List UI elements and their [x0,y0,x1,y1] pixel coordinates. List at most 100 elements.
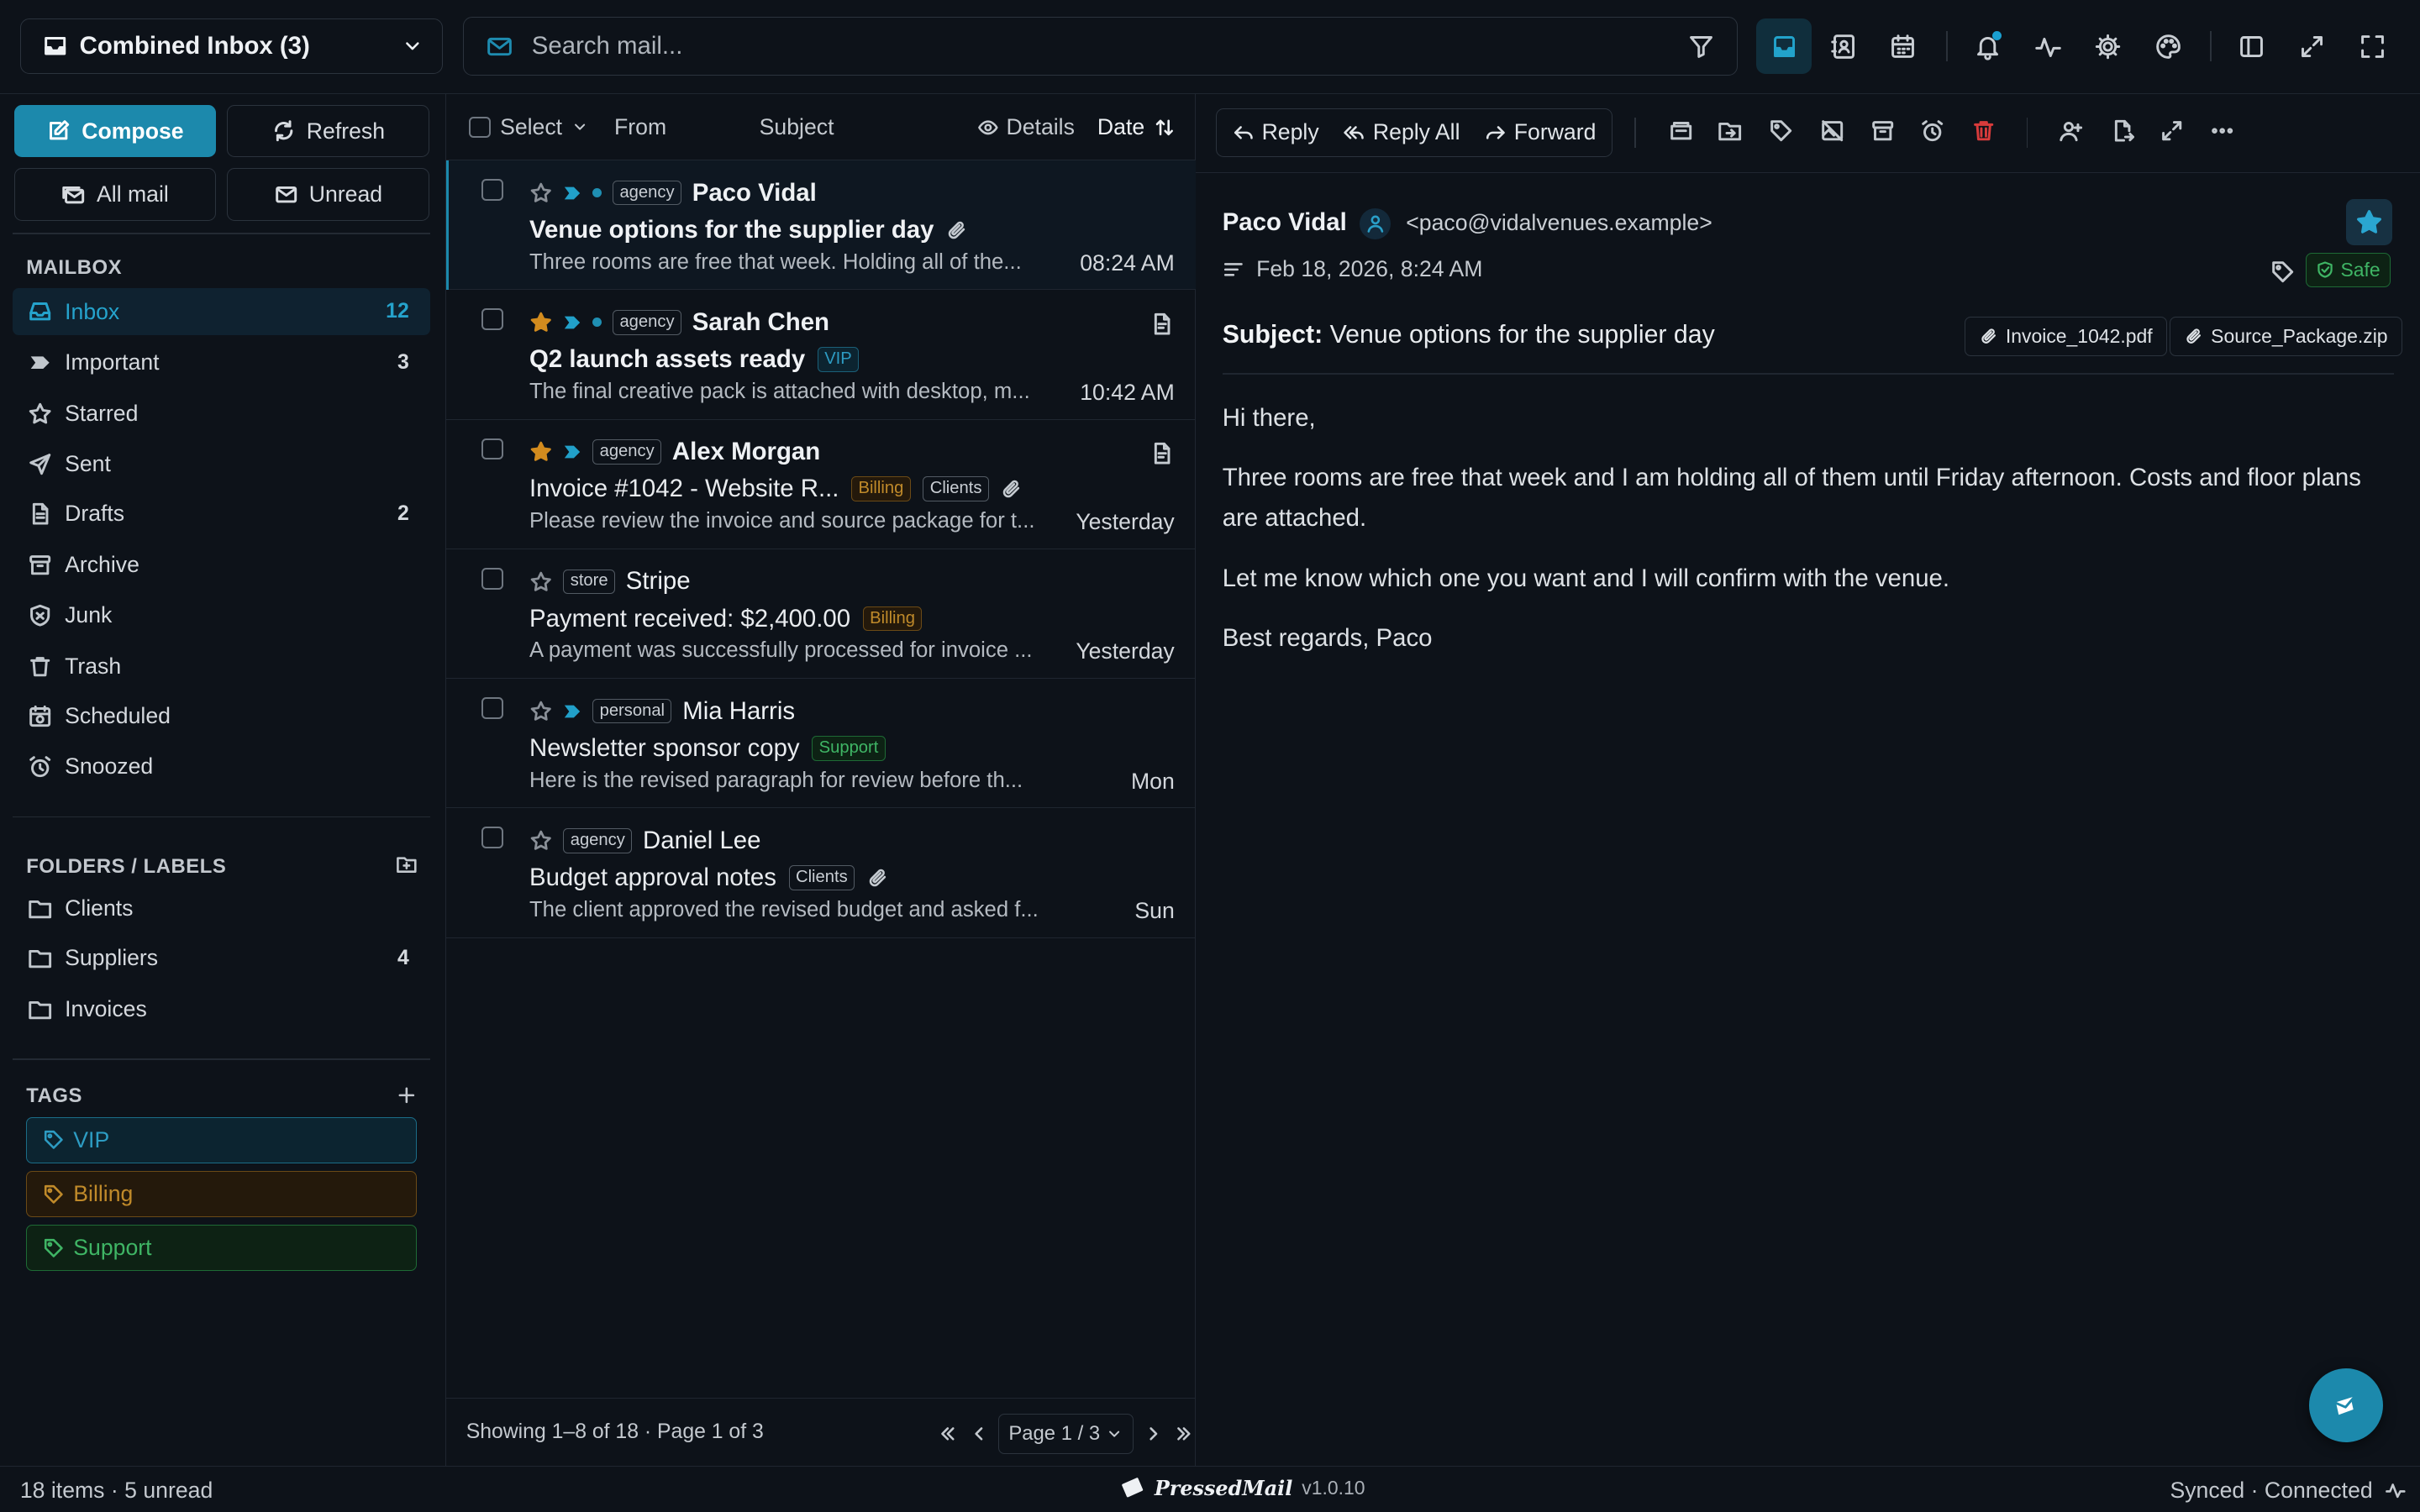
reply-all-button[interactable]: Reply All [1344,119,1460,145]
compose-button[interactable]: Compose [13,104,217,158]
select-all-checkbox[interactable] [469,116,492,139]
row-checkbox[interactable] [481,697,503,719]
forward-button[interactable]: Forward [1485,119,1596,145]
add-contact-icon[interactable] [2059,118,2083,143]
details-toggle[interactable]: Details [977,114,1075,140]
status-bar: 18 items · 5 unread PressedMail v1.0.10 … [0,1465,2420,1512]
fullscreen-button[interactable] [2344,18,2400,74]
compose-label: Compose [82,118,184,144]
sidebar-item-drafts[interactable]: Drafts 2 [13,491,431,537]
sidebar-item-archive[interactable]: Archive [13,542,431,588]
select-dropdown[interactable]: Select [469,114,588,140]
star-icon[interactable] [529,700,553,723]
first-page-icon[interactable] [937,1423,959,1445]
details-toggle-icon[interactable] [1223,259,1244,281]
contacts-button[interactable] [1817,18,1872,74]
snooze-icon[interactable] [1920,118,1944,143]
notifications-button[interactable] [1960,18,2016,74]
important-icon[interactable] [563,184,581,202]
inbox-icon [29,302,51,321]
settings-button[interactable] [2081,18,2136,74]
activity-button[interactable] [2020,18,2075,74]
sidebar-item-trash[interactable]: Trash [13,643,431,690]
row-checkbox[interactable] [481,827,503,849]
star-icon[interactable] [529,311,553,334]
star-icon[interactable] [529,440,553,464]
tag-billing[interactable]: Billing [26,1171,417,1218]
sidebar-item-invoices[interactable]: Invoices [13,986,431,1032]
refresh-button[interactable]: Refresh [227,104,429,158]
move-icon[interactable] [1718,118,1742,143]
plus-icon[interactable] [396,1084,418,1106]
sort-subject[interactable]: Subject [760,114,834,140]
reply-button[interactable]: Reply [1233,119,1319,145]
alarm-clock-icon [29,756,51,778]
page-select[interactable]: Page 1 / 3 [998,1414,1134,1455]
body-paragraph: Hi there, [1222,403,1316,432]
archive-icon[interactable] [1870,118,1895,143]
open-window-icon[interactable] [2160,118,2184,143]
expand-button[interactable] [2284,18,2339,74]
calendar-button[interactable] [1876,18,1931,74]
block-image-icon[interactable] [1820,118,1844,143]
unread-button[interactable]: Unread [227,168,429,221]
next-page-icon[interactable] [1143,1423,1165,1445]
tag-icon[interactable] [1769,118,1793,143]
subject: Newsletter sponsor copy [529,733,800,762]
sidebar-item-suppliers[interactable]: Suppliers 4 [13,935,431,981]
sort-date[interactable]: Date [1097,114,1176,140]
list-item[interactable]: store Stripe Payment received: $2,400.00… [445,549,1197,680]
prev-page-icon[interactable] [968,1423,990,1445]
sidebar-item-important[interactable]: Important 3 [13,339,431,386]
sidebar-item-clients[interactable]: Clients [13,885,431,932]
tag-support[interactable]: Support [26,1225,417,1272]
tag-icon[interactable] [2270,260,2295,284]
quick-compose-button[interactable] [2308,1368,2383,1443]
sidebar-item-snoozed[interactable]: Snoozed [13,743,431,790]
row-checkbox[interactable] [481,308,503,331]
app-logo-icon [1122,1478,1144,1498]
star-button[interactable] [2345,198,2392,246]
star-icon[interactable] [529,829,553,853]
list-item[interactable]: agency Sarah Chen Q2 launch assets ready… [445,290,1197,420]
important-icon[interactable] [563,443,581,461]
star-icon[interactable] [529,181,553,205]
sidebar-item-junk[interactable]: Junk [13,592,431,638]
list-item[interactable]: agency Alex Morgan Invoice #1042 - Websi… [445,420,1197,549]
move-to-folder-icon[interactable] [1669,118,1693,143]
all-mail-label: All mail [97,181,169,207]
body-paragraph: Three rooms are free that week and I am … [1222,464,2361,533]
sidebar-toggle-button[interactable] [2224,18,2280,74]
sidebar-item-starred[interactable]: Starred [13,391,431,437]
filter-icon[interactable] [1687,33,1715,60]
important-icon[interactable] [563,313,581,332]
tag-vip[interactable]: VIP [26,1116,417,1163]
more-icon[interactable] [2210,118,2234,143]
sidebar-item-inbox[interactable]: Inbox 12 [12,288,431,335]
last-page-icon[interactable] [1173,1423,1195,1445]
row-checkbox[interactable] [481,438,503,460]
trash-icon[interactable] [1971,118,1996,143]
row-checkbox[interactable] [481,179,503,201]
new-folder-icon[interactable] [396,853,418,875]
sender-name: Daniel Lee [643,827,761,854]
contact-button[interactable] [1360,207,1391,239]
account-selector[interactable]: Combined Inbox (3) [19,18,444,75]
attachment-chip[interactable]: Invoice_1042.pdf [1965,316,2168,357]
attachment-chip[interactable]: Source_Package.zip [2170,316,2403,357]
row-checkbox[interactable] [481,567,503,590]
list-item[interactable]: personal Mia Harris Newsletter sponsor c… [445,679,1197,809]
mail-view-button[interactable] [1756,18,1812,75]
sidebar-item-scheduled[interactable]: Scheduled [13,693,431,739]
list-item[interactable]: agency Daniel Lee Budget approval notes … [445,808,1197,938]
search-input[interactable] [531,32,1670,61]
important-icon[interactable] [563,702,581,721]
export-icon[interactable] [2110,118,2134,143]
all-mail-button[interactable]: All mail [13,168,217,221]
list-item[interactable]: agency Paco Vidal Venue options for the … [445,160,1197,291]
palette-icon [2156,34,2181,59]
sort-from[interactable]: From [614,114,666,140]
sidebar-item-sent[interactable]: Sent [13,441,431,487]
star-icon[interactable] [529,570,553,594]
theme-button[interactable] [2141,18,2196,74]
